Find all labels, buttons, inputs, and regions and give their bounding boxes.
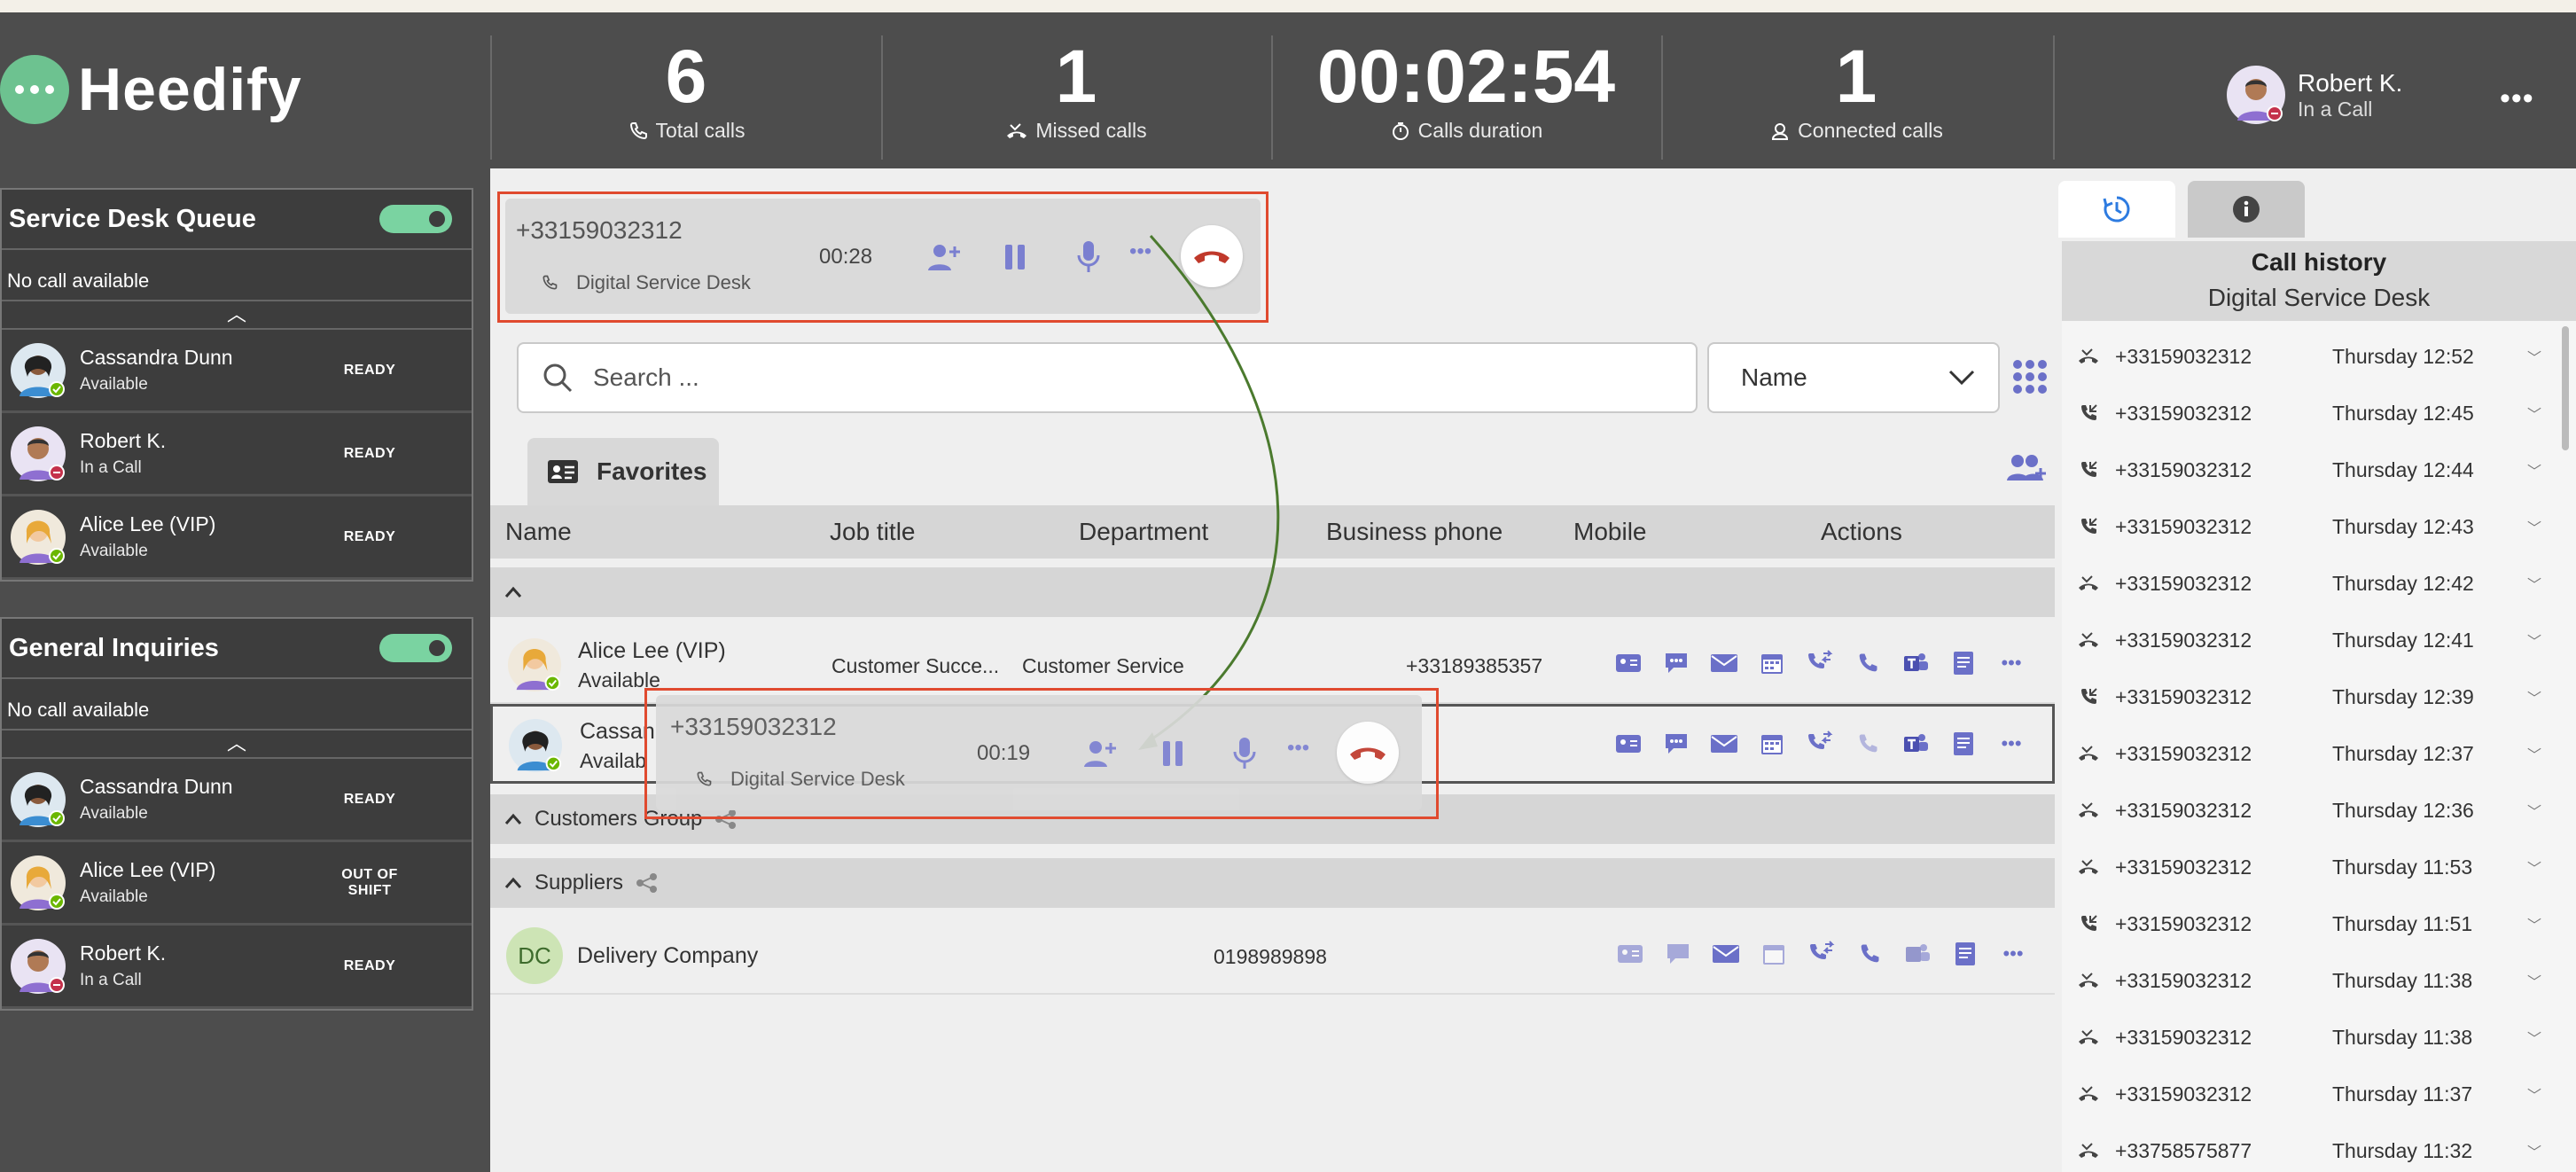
history-row[interactable]: +33159032312 Thursday 11:37 ﹀ <box>2062 1066 2558 1122</box>
missed-call-icon <box>2062 347 2115 366</box>
missed-call-icon <box>2062 630 2115 650</box>
history-date: Thursday 11:37 <box>2332 1082 2473 1106</box>
history-date: Thursday 11:38 <box>2332 968 2473 992</box>
missed-call-icon <box>2062 1084 2115 1104</box>
history-number: +33159032312 <box>2115 684 2252 708</box>
call-queue: Digital Service Desk <box>730 768 905 790</box>
chevron-down-icon[interactable]: ﹀ <box>2527 402 2541 424</box>
chevron-down-icon[interactable]: ﹀ <box>2527 913 2541 934</box>
phone-icon <box>697 771 712 786</box>
call-duration: 00:19 <box>977 741 1031 765</box>
chevron-down-icon[interactable]: ﹀ <box>2527 856 2541 878</box>
history-date: Thursday 11:38 <box>2332 1025 2473 1049</box>
call-history-title: Call history <box>2251 248 2387 276</box>
history-number: +33159032312 <box>2115 628 2252 652</box>
chevron-down-icon[interactable]: ﹀ <box>2527 516 2541 537</box>
call-history-panel: Call history Digital Service Desk +33159… <box>2062 241 2576 1172</box>
history-date: Thursday 12:36 <box>2332 798 2474 822</box>
history-number: +33159032312 <box>2115 911 2252 935</box>
chevron-down-icon[interactable]: ﹀ <box>2527 1027 2541 1048</box>
history-date: Thursday 11:51 <box>2332 911 2473 935</box>
chevron-down-icon[interactable]: ﹀ <box>2527 346 2541 367</box>
history-date: Thursday 11:53 <box>2332 855 2473 879</box>
incoming-call-icon <box>2062 402 2115 424</box>
chevron-down-icon[interactable]: ﹀ <box>2527 573 2541 594</box>
hangup-button[interactable] <box>1337 722 1399 784</box>
info-icon <box>2233 196 2260 223</box>
history-row[interactable]: +33159032312 Thursday 11:38 ﹀ <box>2062 952 2558 1009</box>
chevron-down-icon[interactable]: ﹀ <box>2527 800 2541 821</box>
missed-call-icon <box>2062 574 2115 593</box>
chevron-down-icon[interactable]: ﹀ <box>2527 459 2541 481</box>
incoming-call-icon <box>2062 913 2115 934</box>
history-number: +33159032312 <box>2115 1082 2252 1106</box>
history-row[interactable]: +33159032312 Thursday 11:53 ﹀ <box>2062 839 2558 895</box>
history-date: Thursday 12:39 <box>2332 684 2474 708</box>
history-number: +33159032312 <box>2115 401 2252 425</box>
history-date: Thursday 11:32 <box>2332 1138 2473 1162</box>
history-number: +33159032312 <box>2115 457 2252 481</box>
hold-icon[interactable] <box>1161 739 1184 768</box>
chevron-down-icon[interactable]: ﹀ <box>2527 1140 2541 1161</box>
history-number: +33159032312 <box>2115 514 2252 538</box>
chevron-down-icon[interactable]: ﹀ <box>2527 743 2541 764</box>
history-row[interactable]: +33159032312 Thursday 12:37 ﹀ <box>2062 725 2558 782</box>
microphone-icon[interactable] <box>1232 736 1257 771</box>
history-number: +33159032312 <box>2115 855 2252 879</box>
history-number: +33159032312 <box>2115 741 2252 765</box>
hangup-icon <box>1350 747 1386 760</box>
call-number: +33159032312 <box>670 713 837 740</box>
missed-call-icon <box>2062 801 2115 820</box>
missed-call-icon <box>2062 857 2115 877</box>
history-row[interactable]: +33159032312 Thursday 12:43 ﹀ <box>2062 498 2558 555</box>
history-row[interactable]: +33159032312 Thursday 11:38 ﹀ <box>2062 1009 2558 1066</box>
history-date: Thursday 12:41 <box>2332 628 2474 652</box>
chevron-down-icon[interactable]: ﹀ <box>2527 686 2541 707</box>
missed-call-icon <box>2062 971 2115 990</box>
history-number: +33159032312 <box>2115 344 2252 368</box>
history-number: +33159032312 <box>2115 1025 2252 1049</box>
history-date: Thursday 12:45 <box>2332 401 2474 425</box>
history-number: +33159032312 <box>2115 968 2252 992</box>
chevron-down-icon[interactable]: ﹀ <box>2527 1083 2541 1105</box>
history-row[interactable]: +33159032312 Thursday 12:36 ﹀ <box>2062 782 2558 839</box>
scrollbar[interactable] <box>2562 326 2569 450</box>
history-date: Thursday 12:52 <box>2332 344 2474 368</box>
history-date: Thursday 12:37 <box>2332 741 2474 765</box>
history-row[interactable]: +33159032312 Thursday 12:45 ﹀ <box>2062 385 2558 441</box>
history-date: Thursday 12:44 <box>2332 457 2474 481</box>
dragged-call-card[interactable]: +33159032312 Digital Service Desk 00:19 … <box>656 695 1422 810</box>
history-row[interactable]: +33159032312 Thursday 11:51 ﹀ <box>2062 895 2558 952</box>
tab-history[interactable] <box>2058 181 2175 238</box>
call-history-header: Call history Digital Service Desk <box>2062 241 2576 321</box>
add-participant-icon[interactable] <box>1081 738 1117 770</box>
missed-call-icon <box>2062 1027 2115 1047</box>
incoming-call-icon <box>2062 459 2115 481</box>
incoming-call-icon <box>2062 686 2115 707</box>
history-row[interactable]: +33159032312 Thursday 12:52 ﹀ <box>2062 328 2558 385</box>
history-date: Thursday 12:43 <box>2332 514 2474 538</box>
history-number: +33159032312 <box>2115 571 2252 595</box>
tab-info[interactable] <box>2188 181 2305 238</box>
missed-call-icon <box>2062 1141 2115 1160</box>
more-icon[interactable]: ••• <box>1287 736 1309 761</box>
history-number: +33758575877 <box>2115 1138 2252 1162</box>
incoming-call-icon <box>2062 516 2115 537</box>
history-number: +33159032312 <box>2115 798 2252 822</box>
history-row[interactable]: +33159032312 Thursday 12:39 ﹀ <box>2062 668 2558 725</box>
history-icon <box>2103 196 2130 223</box>
chevron-down-icon[interactable]: ﹀ <box>2527 970 2541 991</box>
history-row[interactable]: +33159032312 Thursday 12:41 ﹀ <box>2062 612 2558 668</box>
history-row[interactable]: +33758575877 Thursday 11:32 ﹀ <box>2062 1122 2558 1172</box>
history-date: Thursday 12:42 <box>2332 571 2474 595</box>
call-history-queue: Digital Service Desk <box>2207 284 2431 311</box>
history-row[interactable]: +33159032312 Thursday 12:42 ﹀ <box>2062 555 2558 612</box>
chevron-down-icon[interactable]: ﹀ <box>2527 629 2541 651</box>
missed-call-icon <box>2062 744 2115 763</box>
history-row[interactable]: +33159032312 Thursday 12:44 ﹀ <box>2062 441 2558 498</box>
